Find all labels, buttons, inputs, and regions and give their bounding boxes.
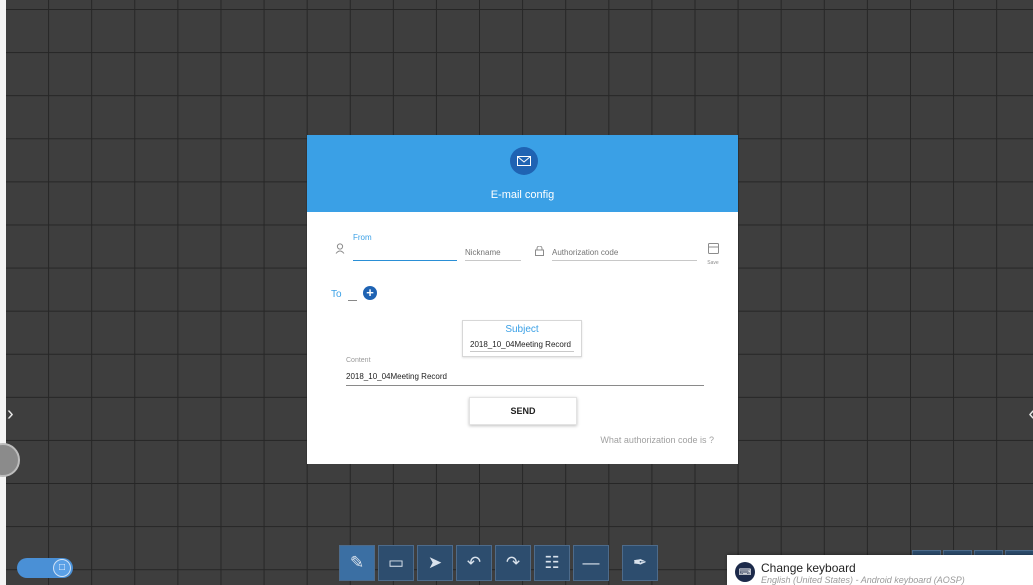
from-field[interactable] [353, 246, 457, 261]
grid-menu-icon[interactable]: ☷ [534, 545, 570, 581]
email-config-dialog: E-mail config From Save To + Subject 201… [307, 135, 738, 464]
minimize-icon[interactable]: — [573, 545, 609, 581]
save-icon [707, 241, 719, 258]
clear-broom-icon[interactable]: ✒ [622, 545, 658, 581]
toggle-thumb-icon: □ [53, 559, 71, 577]
send-button[interactable]: SEND [469, 397, 577, 425]
undo-icon[interactable]: ↶ [456, 545, 492, 581]
from-label: From [353, 233, 372, 242]
to-label: To [331, 289, 342, 300]
dialog-header: E-mail config [307, 135, 738, 212]
user-icon [335, 241, 345, 259]
expand-left-panel-arrow-icon[interactable]: › [7, 404, 14, 424]
save-label: Save [707, 260, 719, 266]
save-button[interactable]: Save [703, 241, 723, 266]
subject-box[interactable]: Subject 2018_10_04Meeting Record [462, 320, 582, 357]
left-screen-edge [0, 0, 6, 585]
change-keyboard-notification[interactable]: ⌨ Change keyboard English (United States… [727, 555, 1033, 585]
notification-subtitle: English (United States) - Android keyboa… [761, 575, 965, 585]
authorization-help-link[interactable]: What authorization code is ? [600, 435, 714, 445]
select-arrow-icon[interactable]: ➤ [417, 545, 453, 581]
mode-toggle-switch[interactable]: □ [17, 558, 73, 578]
lock-icon [535, 243, 544, 261]
keyboard-icon: ⌨ [735, 562, 755, 582]
eraser-icon[interactable]: ▭ [378, 545, 414, 581]
mail-icon [510, 147, 538, 175]
pen-icon[interactable]: ✎ [339, 545, 375, 581]
subject-field[interactable]: 2018_10_04Meeting Record [470, 340, 574, 352]
bottom-toolbar: ✎ ▭ ➤ ↶ ↷ ☷ — ✒ [339, 545, 658, 585]
redo-icon[interactable]: ↷ [495, 545, 531, 581]
expand-right-panel-arrow-icon[interactable]: ‹ [1028, 404, 1033, 424]
dialog-title: E-mail config [490, 189, 555, 201]
nickname-field[interactable] [465, 244, 521, 261]
content-field[interactable]: 2018_10_04Meeting Record [346, 372, 704, 386]
subject-label: Subject [505, 324, 539, 335]
floating-menu-knob[interactable] [0, 443, 20, 477]
content-label: Content [346, 357, 371, 364]
add-recipient-plus-icon[interactable]: + [363, 286, 377, 300]
to-field[interactable] [348, 296, 357, 301]
authorization-code-field[interactable] [552, 244, 697, 261]
notification-title: Change keyboard [761, 561, 856, 575]
